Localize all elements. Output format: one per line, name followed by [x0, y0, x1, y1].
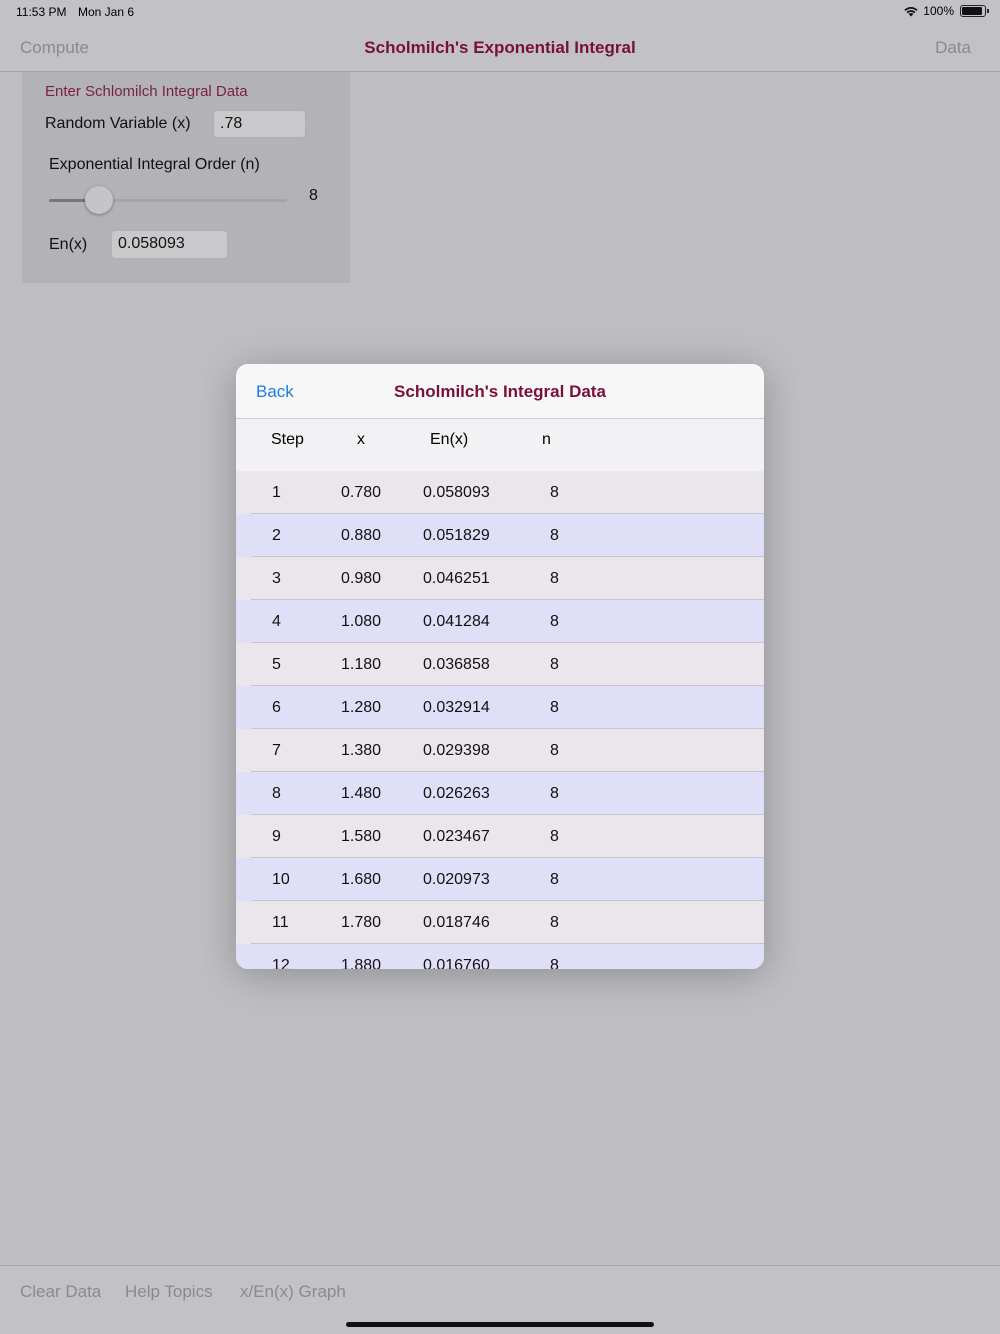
enx-cell: 0.020973: [423, 871, 490, 888]
home-indicator: [346, 1322, 654, 1327]
order-label: Exponential Integral Order (n): [49, 156, 260, 173]
bottom-toolbar: Clear Data Help Topics x/En(x) Graph: [0, 1265, 1000, 1334]
n-cell: 8: [550, 785, 559, 802]
n-cell: 8: [550, 527, 559, 544]
x-cell: 1.880: [341, 957, 382, 969]
x-cell: 1.180: [341, 656, 382, 673]
step-cell: 5: [272, 656, 281, 673]
step-cell: 10: [272, 871, 290, 888]
clear-data-button[interactable]: Clear Data: [20, 1282, 101, 1302]
wifi-icon: [904, 7, 918, 17]
table-row[interactable]: 5 1.180 0.036858 8: [236, 643, 764, 686]
status-date: Mon Jan 6: [78, 5, 135, 19]
step-cell: 7: [272, 742, 281, 759]
step-cell: 12: [272, 957, 290, 969]
table-row[interactable]: 6 1.280 0.032914 8: [236, 686, 764, 729]
modal-title: Scholmilch's Integral Data: [394, 382, 606, 401]
n-cell: 8: [550, 914, 559, 931]
enx-cell: 0.016760: [423, 957, 490, 969]
order-slider-thumb[interactable]: [85, 186, 113, 214]
enx-cell: 0.018746: [423, 914, 490, 931]
n-cell: 8: [550, 742, 559, 759]
data-table[interactable]: 1 0.780 0.058093 8 2 0.880 0.051829 8 3 0.980 0.04…: [236, 471, 764, 969]
x-cell: 1.280: [341, 699, 382, 716]
step-cell: 4: [272, 613, 281, 630]
table-row[interactable]: 9 1.580 0.023467 8: [236, 815, 764, 858]
enx-cell: 0.032914: [423, 699, 490, 716]
n-cell: 8: [550, 871, 559, 888]
data-modal: Back Scholmilch's Integral Data Step x E…: [236, 364, 764, 969]
table-row[interactable]: 4 1.080 0.041284 8: [236, 600, 764, 643]
table-row[interactable]: 8 1.480 0.026263 8: [236, 772, 764, 815]
enx-cell: 0.041284: [423, 613, 490, 630]
input-panel: Enter Schlomilch Integral Data Random Va…: [22, 72, 350, 283]
nav-bar: Compute Scholmilch's Exponential Integra…: [0, 24, 1000, 72]
step-cell: 1: [272, 484, 281, 501]
data-button[interactable]: Data: [935, 38, 971, 58]
random-variable-input[interactable]: .78: [213, 110, 306, 138]
panel-heading: Enter Schlomilch Integral Data: [45, 83, 248, 100]
column-header-enx: En(x): [430, 431, 469, 448]
n-cell: 8: [550, 613, 559, 630]
status-time: 11:53 PM: [16, 5, 67, 19]
battery-percent: 100%: [923, 4, 954, 18]
n-cell: 8: [550, 699, 559, 716]
column-headers: Step x En(x) n: [236, 419, 764, 471]
status-indicators: 100%: [903, 4, 989, 18]
result-label: En(x): [49, 236, 88, 253]
step-cell: 11: [272, 914, 289, 931]
step-cell: 9: [272, 828, 281, 845]
step-cell: 8: [272, 785, 281, 802]
step-cell: 3: [272, 570, 281, 587]
table-row[interactable]: 10 1.680 0.020973 8: [236, 858, 764, 901]
enx-cell: 0.058093: [423, 484, 490, 501]
enx-cell: 0.046251: [423, 570, 490, 587]
enx-cell: 0.036858: [423, 656, 490, 673]
table-row[interactable]: 12 1.880 0.016760 8: [236, 944, 764, 969]
n-cell: 8: [550, 828, 559, 845]
table-row[interactable]: 2 0.880 0.051829 8: [236, 514, 764, 557]
enx-cell: 0.051829: [423, 527, 490, 544]
column-header-x: x: [357, 431, 365, 448]
enx-cell: 0.023467: [423, 828, 490, 845]
x-cell: 1.780: [341, 914, 382, 931]
x-cell: 0.980: [341, 570, 382, 587]
help-topics-button[interactable]: Help Topics: [125, 1282, 213, 1302]
slider-track[interactable]: [99, 199, 287, 202]
table-row[interactable]: 7 1.380 0.029398 8: [236, 729, 764, 772]
x-cell: 1.480: [341, 785, 382, 802]
modal-header: Back Scholmilch's Integral Data: [236, 364, 764, 419]
n-cell: 8: [550, 570, 559, 587]
x-cell: 0.880: [341, 527, 382, 544]
enx-cell: 0.026263: [423, 785, 490, 802]
x-cell: 1.680: [341, 871, 382, 888]
n-cell: 8: [550, 484, 559, 501]
table-row[interactable]: 11 1.780 0.018746 8: [236, 901, 764, 944]
order-value: 8: [309, 187, 318, 204]
x-cell: 1.580: [341, 828, 382, 845]
table-row[interactable]: 3 0.980 0.046251 8: [236, 557, 764, 600]
x-cell: 1.380: [341, 742, 382, 759]
table-row[interactable]: 1 0.780 0.058093 8: [236, 471, 764, 514]
x-cell: 0.780: [341, 484, 382, 501]
n-cell: 8: [550, 656, 559, 673]
step-cell: 6: [272, 699, 281, 716]
step-cell: 2: [272, 527, 281, 544]
status-bar: 11:53 PM Mon Jan 6 100%: [0, 0, 1000, 24]
graph-button[interactable]: x/En(x) Graph: [240, 1282, 346, 1302]
x-cell: 1.080: [341, 613, 382, 630]
page-title: Scholmilch's Exponential Integral: [364, 38, 636, 57]
column-header-n: n: [542, 431, 551, 448]
result-field[interactable]: 0.058093: [111, 230, 228, 259]
column-header-step: Step: [271, 431, 304, 448]
enx-cell: 0.029398: [423, 742, 490, 759]
n-cell: 8: [550, 957, 559, 969]
battery-icon: [960, 5, 989, 17]
random-variable-label: Random Variable (x): [45, 115, 191, 132]
